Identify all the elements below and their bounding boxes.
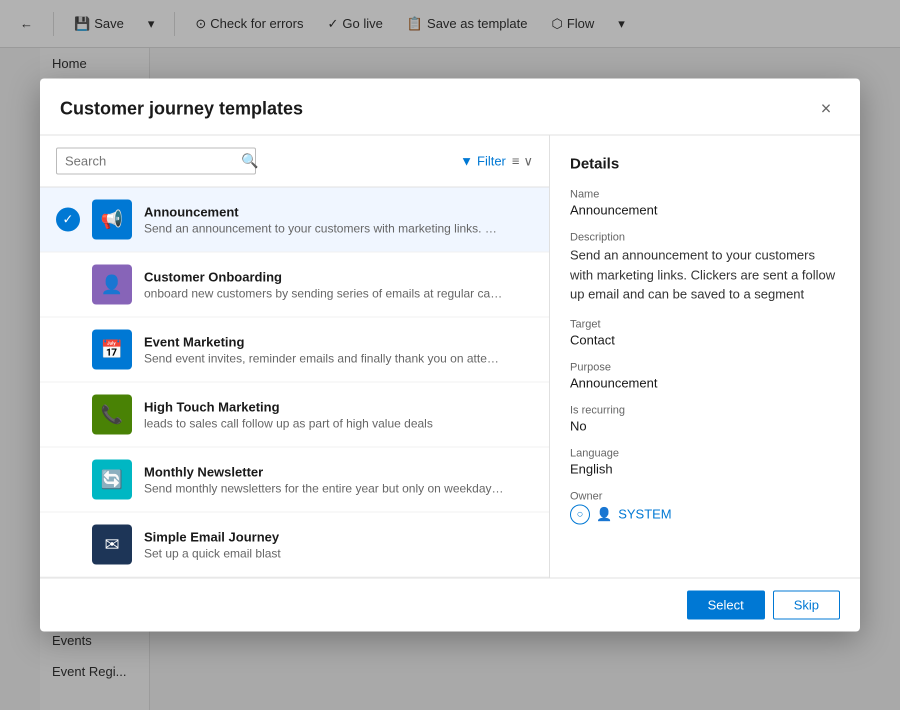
modal-body: 🔍 ▼ Filter ≡ ∨ ✓ 📢 (40, 136, 860, 578)
template-item-announcement[interactable]: ✓ 📢 Announcement Send an announcement to… (40, 188, 549, 253)
template-item-high-touch[interactable]: 📞 High Touch Marketing leads to sales ca… (40, 383, 549, 448)
template-icon-monthly-newsletter: 🔄 (92, 460, 132, 500)
template-info-announcement: Announcement Send an announcement to you… (144, 204, 533, 235)
selected-check-icon: ✓ (56, 208, 80, 232)
detail-language-value: English (570, 461, 840, 476)
detail-target-value: Contact (570, 332, 840, 347)
template-name-monthly-newsletter: Monthly Newsletter (144, 464, 533, 479)
select-button[interactable]: Select (687, 591, 765, 620)
template-icon-customer-onboarding: 👤 (92, 265, 132, 305)
detail-purpose-value: Announcement (570, 375, 840, 390)
template-name-event-marketing: Event Marketing (144, 334, 533, 349)
owner-wrap: ○ 👤 SYSTEM (570, 504, 840, 524)
template-desc-high-touch: leads to sales call follow up as part of… (144, 416, 504, 430)
template-name-announcement: Announcement (144, 204, 533, 219)
template-item-customer-onboarding[interactable]: 👤 Customer Onboarding onboard new custom… (40, 253, 549, 318)
template-item-event-marketing[interactable]: 📅 Event Marketing Send event invites, re… (40, 318, 549, 383)
detail-recurring-label: Is recurring (570, 404, 840, 416)
template-name-customer-onboarding: Customer Onboarding (144, 269, 533, 284)
search-input-wrap[interactable]: 🔍 (56, 148, 256, 175)
template-item-monthly-newsletter[interactable]: 🔄 Monthly Newsletter Send monthly newsle… (40, 448, 549, 513)
expand-icon: ∨ (523, 153, 533, 169)
modal-title: Customer journey templates (60, 98, 303, 119)
template-name-simple-email: Simple Email Journey (144, 529, 533, 544)
template-icon-announcement: 📢 (92, 200, 132, 240)
template-desc-announcement: Send an announcement to your customers w… (144, 221, 504, 235)
detail-description: Description Send an announcement to your… (570, 232, 840, 305)
template-icon-high-touch: 📞 (92, 395, 132, 435)
search-input[interactable] (65, 154, 241, 169)
template-desc-monthly-newsletter: Send monthly newsletters for the entire … (144, 481, 504, 495)
detail-target: Target Contact (570, 318, 840, 347)
owner-icon: ○ (570, 504, 590, 524)
template-info-monthly-newsletter: Monthly Newsletter Send monthly newslett… (144, 464, 533, 495)
customer-journey-modal: Customer journey templates × 🔍 ▼ Filter … (40, 79, 860, 632)
template-list: ✓ 📢 Announcement Send an announcement to… (40, 188, 549, 578)
skip-button[interactable]: Skip (773, 591, 840, 620)
template-name-high-touch: High Touch Marketing (144, 399, 533, 414)
template-item-simple-email[interactable]: ✉ Simple Email Journey Set up a quick em… (40, 513, 549, 578)
detail-owner: Owner ○ 👤 SYSTEM (570, 490, 840, 524)
detail-purpose-label: Purpose (570, 361, 840, 373)
view-toggle[interactable]: ≡ ∨ (512, 153, 533, 169)
filter-area: ▼ Filter ≡ ∨ (460, 153, 533, 169)
detail-language: Language English (570, 447, 840, 476)
filter-icon: ▼ (460, 154, 473, 169)
details-title: Details (570, 156, 840, 173)
right-panel: Details Name Announcement Description Se… (550, 136, 860, 578)
modal-footer: Select Skip (40, 578, 860, 632)
template-info-event-marketing: Event Marketing Send event invites, remi… (144, 334, 533, 365)
template-desc-customer-onboarding: onboard new customers by sending series … (144, 286, 504, 300)
detail-description-value: Send an announcement to your customers w… (570, 246, 840, 305)
owner-person-icon: 👤 (596, 506, 612, 522)
template-icon-event-marketing: 📅 (92, 330, 132, 370)
modal-close-button[interactable]: × (812, 95, 840, 123)
detail-name-label: Name (570, 189, 840, 201)
detail-description-label: Description (570, 232, 840, 244)
template-desc-simple-email: Set up a quick email blast (144, 546, 504, 560)
detail-recurring: Is recurring No (570, 404, 840, 433)
detail-name: Name Announcement (570, 189, 840, 218)
detail-target-label: Target (570, 318, 840, 330)
detail-name-value: Announcement (570, 203, 840, 218)
search-bar: 🔍 ▼ Filter ≡ ∨ (40, 136, 549, 188)
owner-name: SYSTEM (618, 507, 671, 522)
template-desc-event-marketing: Send event invites, reminder emails and … (144, 351, 504, 365)
list-view-icon: ≡ (512, 154, 520, 169)
template-info-customer-onboarding: Customer Onboarding onboard new customer… (144, 269, 533, 300)
detail-recurring-value: No (570, 418, 840, 433)
template-info-high-touch: High Touch Marketing leads to sales call… (144, 399, 533, 430)
template-icon-simple-email: ✉ (92, 525, 132, 565)
filter-button[interactable]: ▼ Filter (460, 154, 506, 169)
detail-owner-label: Owner (570, 490, 840, 502)
detail-language-label: Language (570, 447, 840, 459)
detail-purpose: Purpose Announcement (570, 361, 840, 390)
left-panel: 🔍 ▼ Filter ≡ ∨ ✓ 📢 (40, 136, 550, 578)
search-icon: 🔍 (241, 153, 258, 170)
template-info-simple-email: Simple Email Journey Set up a quick emai… (144, 529, 533, 560)
modal-header: Customer journey templates × (40, 79, 860, 136)
